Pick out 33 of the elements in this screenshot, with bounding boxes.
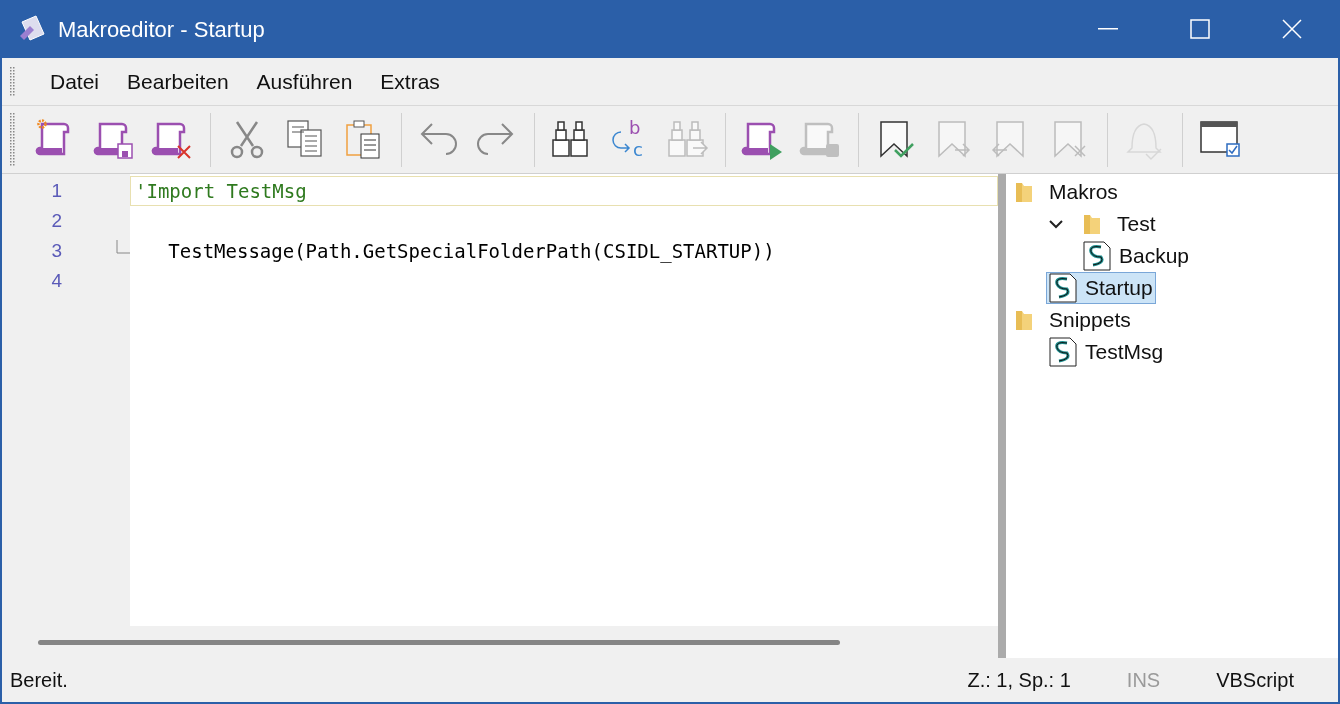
menu-item[interactable]: Extras: [366, 58, 454, 105]
grip-icon: [10, 112, 16, 167]
tree-item[interactable]: Startup: [1046, 272, 1156, 304]
tree-item[interactable]: Makros: [1012, 176, 1121, 208]
folder-icon: [1015, 181, 1033, 203]
menu-item[interactable]: Datei: [36, 58, 114, 105]
menu-item[interactable]: Ausführen: [242, 58, 367, 105]
tree-item[interactable]: Test: [1080, 208, 1159, 240]
tree-item[interactable]: Snippets: [1012, 304, 1134, 336]
tree-item[interactable]: Backup: [1080, 240, 1193, 272]
close-icon: [1282, 19, 1302, 39]
status-message: Bereit.: [10, 668, 68, 693]
horizontal-scrollbar-thumb[interactable]: [38, 639, 840, 645]
replace-button[interactable]: b c: [601, 110, 659, 169]
script-file-icon: [1049, 337, 1077, 367]
line-number: 4: [50, 268, 62, 293]
maximize-icon: [1190, 19, 1210, 39]
script-file-icon: [1049, 273, 1077, 303]
code-line: TestMessage(Path.GetSpecialFolderPath(CSIDL_STARTUP)): [167, 238, 776, 265]
language: VBScript: [1216, 668, 1294, 693]
line-number: 3: [50, 238, 62, 263]
grip-icon: [10, 66, 16, 97]
folder-icon: [1083, 213, 1101, 235]
line-number: 2: [50, 208, 62, 233]
minimize-icon: [1098, 28, 1118, 30]
tree-item[interactable]: TestMsg: [1046, 336, 1167, 368]
script-file-icon: [1083, 241, 1111, 271]
cursor-position: Z.: 1, Sp.: 1: [967, 668, 1071, 693]
line-number: 1: [50, 178, 62, 203]
folder-icon: [1015, 309, 1033, 331]
window-title: Makroeditor - Startup: [58, 15, 265, 44]
insert-mode: INS: [1126, 668, 1161, 693]
menu-item[interactable]: Bearbeiten: [113, 58, 243, 105]
